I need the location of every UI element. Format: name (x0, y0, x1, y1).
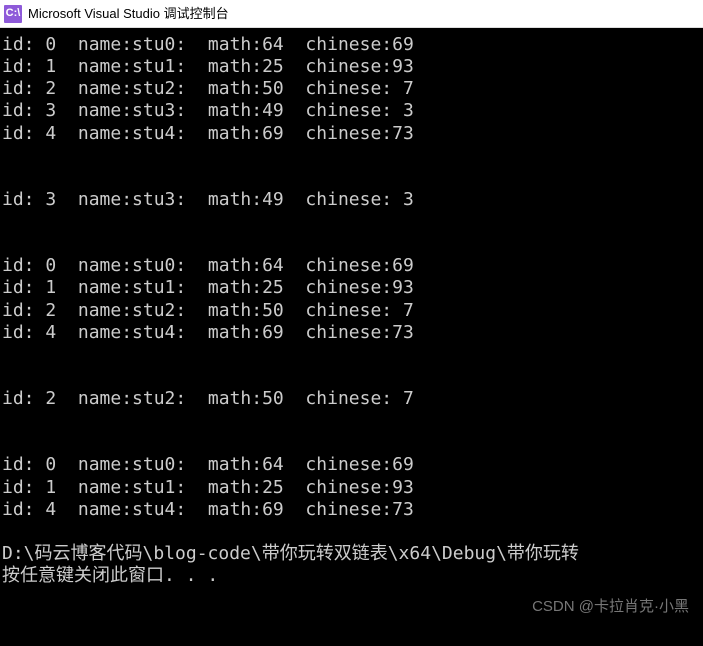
console-output: id: 0 name:stu0: math:64 chinese:69 id: … (0, 28, 703, 589)
watermark: CSDN @卡拉肖克·小黑 (532, 598, 689, 616)
vs-console-icon: C:\ (4, 5, 22, 23)
titlebar: C:\ Microsoft Visual Studio 调试控制台 (0, 0, 703, 28)
window-title: Microsoft Visual Studio 调试控制台 (28, 6, 229, 22)
